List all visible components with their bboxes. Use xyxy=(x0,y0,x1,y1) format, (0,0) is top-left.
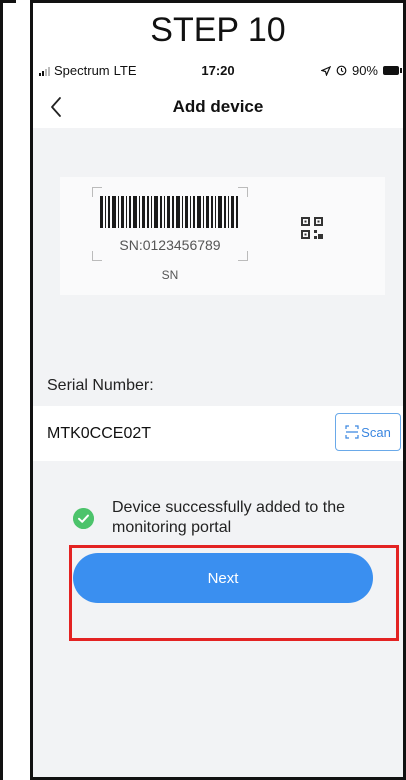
battery-percent: 90% xyxy=(351,63,378,78)
frame-line xyxy=(30,0,406,3)
add-device-content: SN:0123456789 SN Serial Number: MTK0CCE0… xyxy=(33,128,403,777)
alarm-icon xyxy=(336,65,347,76)
qr-code-icon xyxy=(301,217,323,239)
success-text: Device successfully added to the monitor… xyxy=(112,499,346,536)
serial-number-label: Serial Number: xyxy=(47,377,154,394)
serial-number-field[interactable]: MTK0CCE02T Scan xyxy=(33,406,403,461)
scan-icon xyxy=(345,425,359,439)
scan-button[interactable]: Scan xyxy=(335,413,401,451)
next-button[interactable]: Next xyxy=(73,553,373,603)
barcode-icon xyxy=(100,196,238,228)
scan-button-label: Scan xyxy=(361,424,391,440)
status-bar: Spectrum LTE 17:20 90% xyxy=(33,56,403,86)
serial-number-value[interactable]: MTK0CCE02T xyxy=(47,425,151,443)
page-title: Add device xyxy=(172,97,264,116)
nav-bar: Add device xyxy=(33,86,403,128)
location-icon xyxy=(320,65,331,76)
sn-label-illustration: SN:0123456789 SN xyxy=(60,177,385,295)
check-circle-icon xyxy=(73,508,94,529)
step-title: STEP 10 xyxy=(150,11,286,49)
status-right: 90% xyxy=(320,63,402,78)
battery-icon xyxy=(383,66,402,75)
frame-line xyxy=(0,0,16,3)
sn-example-code: SN:0123456789 xyxy=(119,237,221,253)
sn-caption: SN xyxy=(161,268,179,282)
barcode-frame: SN:0123456789 xyxy=(92,187,248,261)
